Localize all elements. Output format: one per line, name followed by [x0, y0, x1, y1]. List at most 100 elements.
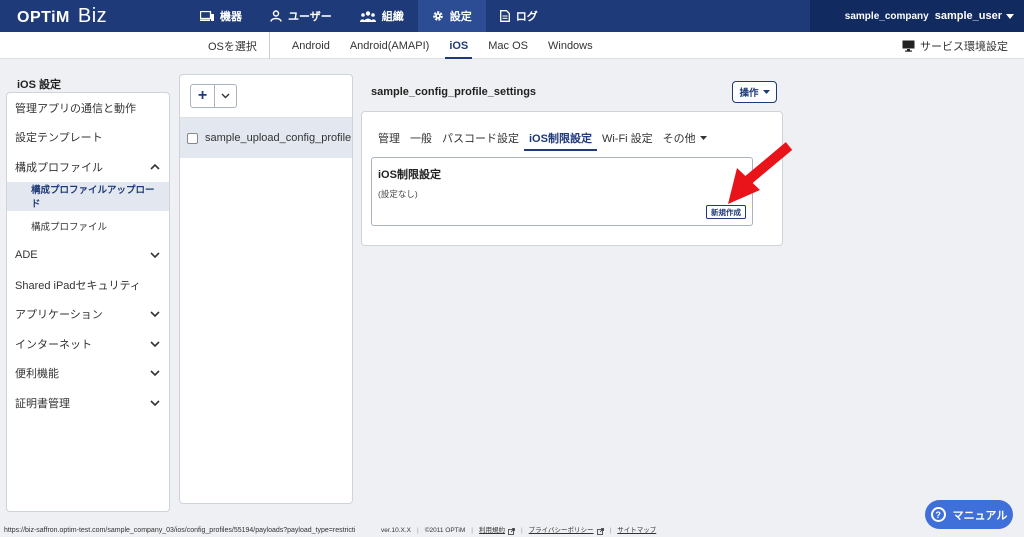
nav-users[interactable]: ユーザー [256, 0, 346, 32]
main-nav: 機器 ユーザー 組織 設定 ログ [186, 0, 552, 32]
tab-ios-restrictions[interactable]: iOS制限設定 [524, 125, 597, 151]
sidebar-item-shared-ipad[interactable]: Shared iPadセキュリティ [7, 270, 169, 300]
caret-down-icon [1006, 13, 1014, 19]
list-item-checkbox[interactable] [187, 132, 198, 144]
sidebar-item-label: Shared iPadセキュリティ [15, 279, 141, 292]
user-menu[interactable]: sample_company sample_user [810, 0, 1024, 32]
nav-logs-label: ログ [515, 11, 538, 23]
tab-other[interactable]: その他 [658, 125, 712, 151]
sidebar-item-label: 構成プロファイル [31, 221, 108, 233]
gear-icon [432, 11, 443, 21]
caret-down-icon [762, 90, 770, 94]
nav-devices-label: 機器 [220, 11, 242, 23]
user-name: sample_user [934, 10, 1002, 22]
tab-other-label: その他 [662, 133, 696, 145]
tab-macos[interactable]: Mac OS [478, 32, 538, 59]
tab-passcode[interactable]: パスコード設定 [437, 125, 524, 151]
service-settings-label: サービス環境設定 [920, 41, 1008, 53]
sidebar: 管理アプリの通信と動作 設定テンプレート 構成プロファイル 構成プロファイルアッ… [6, 92, 170, 512]
chevron-down-icon [150, 370, 160, 377]
chevron-up-icon [150, 163, 160, 170]
tab-windows[interactable]: Windows [538, 32, 603, 59]
tab-android[interactable]: Android [282, 32, 340, 59]
nav-users-label: ユーザー [288, 11, 332, 23]
operations-button[interactable]: 操作 [732, 81, 777, 103]
add-button-group: + [190, 84, 237, 108]
nav-settings[interactable]: 設定 [417, 0, 486, 32]
sidebar-item-app-communication[interactable]: 管理アプリの通信と動作 [7, 93, 169, 123]
sitemap-link[interactable]: サイトマップ [617, 525, 656, 537]
chevron-down-icon [150, 252, 160, 259]
manual-button[interactable]: ? マニュアル [925, 500, 1013, 529]
list-item-label: sample_upload_config_profile [205, 132, 352, 144]
list-item[interactable]: sample_upload_config_profile [180, 117, 352, 158]
sidebar-item-templates[interactable]: 設定テンプレート [7, 123, 169, 153]
document-icon [499, 10, 510, 22]
logo-product: Biz [77, 5, 108, 27]
sidebar-item-ade[interactable]: ADE [7, 241, 169, 271]
sidebar-item-applications[interactable]: アプリケーション [7, 300, 169, 330]
footer: ver.10.X.X | ©2011 OPTiM | 利用規約 | プライバシー… [381, 525, 656, 537]
optim-biz-logo[interactable]: OPTiM Biz [17, 5, 107, 28]
tab-general[interactable]: 一般 [405, 125, 437, 151]
tab-management[interactable]: 管理 [373, 125, 405, 151]
sidebar-item-label: アプリケーション [15, 309, 103, 322]
profile-list-panel: + sample_upload_config_profile [179, 74, 353, 504]
sidebar-item-config-profile-upload[interactable]: 構成プロファイルアップロード [7, 181, 169, 211]
restrictions-card: iOS制限設定 (設定なし) 新規作成 [371, 157, 753, 226]
operations-label: 操作 [739, 88, 759, 99]
sidebar-item-label: 構成プロファイル [15, 161, 103, 174]
sidebar-item-internet[interactable]: インターネット [7, 329, 169, 359]
red-arrow-icon [728, 142, 793, 204]
privacy-link[interactable]: プライバシーポリシー [529, 525, 594, 537]
user-icon [270, 10, 282, 22]
card-title: iOS制限設定 [378, 169, 441, 181]
top-navigation-bar: OPTiM Biz 機器 ユーザー 組織 設定 ログ sample_compan… [0, 0, 1024, 32]
chevron-down-icon [150, 311, 160, 318]
sidebar-item-label: ADE [15, 249, 38, 262]
chevron-down-icon [150, 400, 160, 406]
service-settings-link[interactable]: サービス環境設定 [902, 38, 1008, 54]
monitor-icon [902, 40, 915, 52]
sidebar-item-utilities[interactable]: 便利機能 [7, 359, 169, 389]
sidebar-item-label: 管理アプリの通信と動作 [15, 102, 136, 115]
nav-org-label: 組織 [381, 11, 404, 23]
nav-settings-label: 設定 [449, 11, 472, 23]
help-icon: ? [930, 507, 946, 522]
nav-devices[interactable]: 機器 [186, 0, 256, 32]
profile-title: sample_config_profile_settings [371, 86, 537, 98]
payload-tabs: 管理 一般 パスコード設定 iOS制限設定 Wi-Fi 設定 その他 [373, 125, 712, 151]
os-select-label: OSを選択 [196, 32, 270, 59]
os-tab-bar: OSを選択 Android Android(AMAPI) iOS Mac OS … [0, 32, 1024, 59]
device-icon [200, 10, 214, 21]
chevron-down-icon [221, 93, 230, 99]
tab-ios[interactable]: iOS [439, 32, 478, 59]
sidebar-item-config-profile[interactable]: 構成プロファイル [7, 211, 169, 241]
external-link-icon [508, 527, 515, 535]
tab-android-amapi[interactable]: Android(AMAPI) [340, 32, 439, 59]
add-dropdown-toggle[interactable] [215, 85, 236, 107]
external-link-icon [596, 527, 604, 535]
sidebar-item-label: 設定テンプレート [15, 132, 103, 145]
organization-icon [359, 10, 376, 22]
sidebar-title: iOS 設定 [17, 79, 62, 91]
sidebar-item-certificates[interactable]: 証明書管理 [7, 388, 169, 418]
sidebar-item-label: 構成プロファイルアップロード [31, 185, 155, 211]
card-description: (設定なし) [378, 189, 418, 199]
caret-down-icon [699, 136, 707, 140]
add-button[interactable]: + [191, 85, 215, 107]
company-name: sample_company [844, 10, 929, 22]
nav-org[interactable]: 組織 [346, 0, 418, 32]
terms-link[interactable]: 利用規約 [479, 525, 505, 537]
tab-wifi[interactable]: Wi-Fi 設定 [597, 125, 658, 151]
manual-label: マニュアル [952, 509, 1008, 522]
status-bar-url: https://biz-saffron.optim-test.com/sampl… [0, 525, 360, 537]
version-label: ver.10.X.X [381, 527, 411, 534]
nav-logs[interactable]: ログ [486, 0, 552, 32]
sidebar-item-label: 証明書管理 [15, 397, 70, 410]
sidebar-item-label: 便利機能 [15, 368, 59, 381]
copyright-label: ©2011 OPTiM [424, 527, 466, 534]
sidebar-item-config-profiles[interactable]: 構成プロファイル [7, 152, 169, 182]
sidebar-item-label: インターネット [15, 338, 92, 351]
logo-brand: OPTiM [17, 9, 70, 26]
